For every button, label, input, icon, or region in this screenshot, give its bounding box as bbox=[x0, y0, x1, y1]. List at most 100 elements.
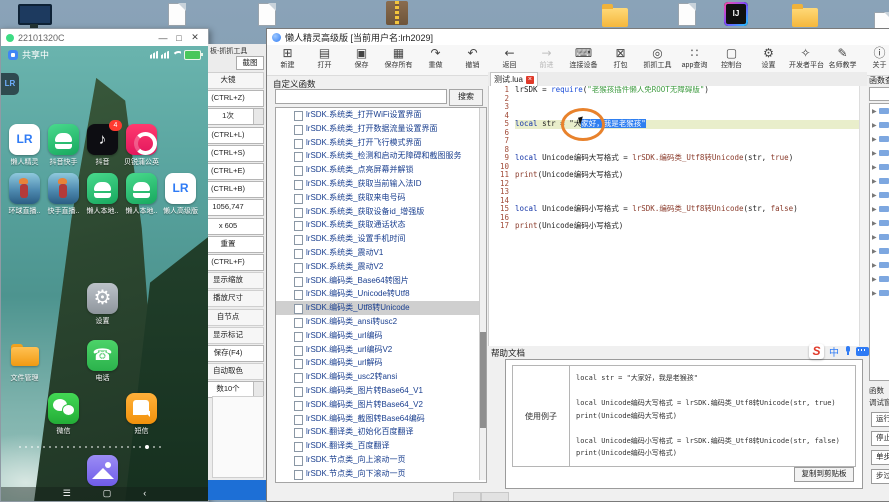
func-list-item[interactable]: lrSDK.编码类_usc2转ansi bbox=[276, 370, 486, 384]
func-list-item[interactable]: lrSDK.系统类_打开数据流量设置界面 bbox=[276, 122, 486, 136]
tree-item[interactable]: ▶ bbox=[870, 286, 889, 300]
tree-expand-icon[interactable]: ▶ bbox=[872, 220, 877, 227]
search-button[interactable]: 搜索 bbox=[449, 89, 483, 106]
grab-row-(CTRL+S)[interactable]: (CTRL+S) bbox=[208, 144, 264, 162]
phone-app-贝锐蒲公英[interactable]: 贝锐蒲公英 bbox=[122, 124, 161, 167]
func-list-item[interactable]: lrSDK.系统类_获取来电号码 bbox=[276, 191, 486, 205]
toolbar-undo-button[interactable]: ↶ 撤销 bbox=[454, 46, 491, 74]
editor-scrollbar[interactable] bbox=[859, 86, 868, 346]
document-icon[interactable] bbox=[168, 3, 186, 26]
phone-screen[interactable]: 共享中 LR 懒人精灵 抖音快手 ♪ 4 抖音 贝锐蒲公英 环球直播.. 快手直播.. 懒人本地.… bbox=[1, 46, 208, 501]
app-titlebar[interactable]: 懒人精灵高级版 [当前用户名:lrh2029] bbox=[267, 29, 889, 46]
ime-lang-icon[interactable]: 中 bbox=[829, 344, 839, 359]
toolbar-redo-button[interactable]: ↷ 重做 bbox=[417, 46, 454, 74]
tree-expand-icon[interactable]: ▶ bbox=[872, 290, 877, 297]
grab-row-x 605[interactable]: x 605 bbox=[208, 217, 264, 235]
debug-运行-button[interactable]: 运行 bbox=[871, 412, 889, 427]
func-list-item[interactable]: lrSDK.系统类_获取当前输入法ID bbox=[276, 177, 486, 191]
grab-row-(CTRL+L)[interactable]: (CTRL+L) bbox=[208, 126, 264, 144]
floating-assistant-bubble[interactable]: LR bbox=[1, 73, 19, 95]
ime-mic-icon[interactable] bbox=[844, 346, 851, 356]
func-list-item[interactable]: lrSDK.编码类_url解码 bbox=[276, 356, 486, 370]
phone-app-快手直播..[interactable]: 快手直播.. bbox=[44, 173, 83, 216]
home-icon[interactable]: ▢ bbox=[103, 487, 112, 501]
tree-expand-icon[interactable]: ▶ bbox=[872, 192, 877, 199]
monitor-icon[interactable] bbox=[18, 4, 52, 28]
toolbar-developer-button[interactable]: ✧ 开发者平台 bbox=[787, 46, 824, 74]
close-button[interactable]: ✕ bbox=[187, 32, 203, 43]
func-list-item[interactable]: lrSDK.编码类_图片转Base64_V2 bbox=[276, 398, 486, 412]
screenshot-tab[interactable]: 截图 bbox=[236, 56, 264, 70]
folder-icon[interactable] bbox=[602, 4, 628, 27]
grab-row-1次[interactable]: 1次 bbox=[208, 108, 264, 126]
minimize-button[interactable]: — bbox=[155, 33, 171, 43]
phone-app-懒人精灵[interactable]: LR 懒人精灵 bbox=[5, 124, 44, 167]
tree-expand-icon[interactable]: ▶ bbox=[872, 276, 877, 283]
grab-row-(CTRL+B)[interactable]: (CTRL+B) bbox=[208, 181, 264, 199]
tree-item[interactable]: ▶ bbox=[870, 202, 889, 216]
tree-item[interactable]: ▶ bbox=[870, 118, 889, 132]
copy-to-clipboard-button[interactable]: 复制到剪贴板 bbox=[794, 467, 854, 482]
func-search-input[interactable] bbox=[275, 89, 447, 104]
document-icon[interactable] bbox=[678, 3, 696, 26]
func-list-item[interactable]: lrSDK.系统类_打开飞行模式界面 bbox=[276, 136, 486, 150]
phone-app-懒人本地..[interactable]: 懒人本地.. bbox=[83, 173, 122, 216]
func-list-item[interactable]: lrSDK.系统类_获取设备id_增强版 bbox=[276, 205, 486, 219]
tree-expand-icon[interactable]: ▶ bbox=[872, 122, 877, 129]
tree-expand-icon[interactable]: ▶ bbox=[872, 178, 877, 185]
func-list-item[interactable]: lrSDK.编码类_ansi转usc2 bbox=[276, 315, 486, 329]
toolbar-save-all-button[interactable]: ▦ 保存所有 bbox=[380, 46, 417, 74]
func-list-item[interactable]: lrSDK.系统类_获取通话状态 bbox=[276, 218, 486, 232]
toolbar-new-file-button[interactable]: ⊞ 新建 bbox=[269, 46, 306, 74]
tree-expand-icon[interactable]: ▶ bbox=[872, 206, 877, 213]
tree-item[interactable]: ▶ bbox=[870, 188, 889, 202]
grab-row-保存(F4)[interactable]: 保存(F4) bbox=[208, 345, 264, 362]
menu-icon[interactable]: ☰ bbox=[63, 487, 71, 501]
grab-row-重置[interactable]: 重置 bbox=[208, 235, 264, 253]
sogou-ime-bar[interactable]: S 中 bbox=[809, 342, 869, 360]
toolbar-save-button[interactable]: ▣ 保存 bbox=[343, 46, 380, 74]
func-list-item[interactable]: lrSDK.系统类_检测和启动无障碍和截图服务 bbox=[276, 149, 486, 163]
toolbar-teaching-button[interactable]: ✎ 名师教学 bbox=[824, 46, 861, 74]
debug-停止-button[interactable]: 停止 bbox=[871, 431, 889, 446]
bottom-tab[interactable] bbox=[453, 492, 481, 501]
func-list-item[interactable]: lrSDK.编码类_Base64转图片 bbox=[276, 274, 486, 288]
toolbar-connect-device-button[interactable]: ⌨ 连接设备 bbox=[565, 46, 602, 74]
tree-item[interactable]: ▶ bbox=[870, 132, 889, 146]
func-list-item[interactable]: lrSDK.节点类_向上滚动一页 bbox=[276, 453, 486, 467]
folder-icon[interactable] bbox=[792, 4, 818, 27]
taskbar-fragment[interactable] bbox=[208, 480, 266, 500]
phone-app-电话[interactable]: ☎ 电话 bbox=[83, 340, 122, 383]
func-list-item[interactable]: lrSDK.编码类_图片转Base64_V1 bbox=[276, 384, 486, 398]
grab-row-(CTRL+Z)[interactable]: (CTRL+Z) bbox=[208, 90, 264, 108]
func-list-item[interactable]: lrSDK.系统类_震动V2 bbox=[276, 260, 486, 274]
intellij-idea-icon[interactable]: IJ bbox=[724, 2, 748, 26]
tree-expand-icon[interactable]: ▶ bbox=[872, 248, 877, 255]
func-list-item[interactable]: lrSDK.编码类_Utf8转Unicode bbox=[276, 301, 486, 315]
tree-item[interactable]: ▶ bbox=[870, 104, 889, 118]
phone-app-环球直播..[interactable]: 环球直播.. bbox=[5, 173, 44, 216]
grab-row-(CTRL+E)[interactable]: (CTRL+E) bbox=[208, 163, 264, 180]
func-list-item[interactable]: lrSDK.系统类_点亮屏幕并解锁 bbox=[276, 163, 486, 177]
tree-expand-icon[interactable]: ▶ bbox=[872, 136, 877, 143]
func-list-item[interactable]: lrSDK.翻译类_初始化百度翻译 bbox=[276, 425, 486, 439]
document-icon[interactable] bbox=[258, 3, 276, 26]
code-editor[interactable]: 1 lrSDK = require("老猴孩插件懒人免ROOT无障碍版") 2 3 4 5… bbox=[488, 86, 868, 346]
close-tab-icon[interactable]: × bbox=[525, 75, 534, 84]
phone-app-抖音快手[interactable]: 抖音快手 bbox=[44, 124, 83, 167]
func-list-item[interactable]: lrSDK.系统类_设置手机时间 bbox=[276, 232, 486, 246]
back-icon[interactable]: ‹ bbox=[143, 487, 146, 501]
func-list-item[interactable]: lrSDK.编码类_Unicode转Utf8 bbox=[276, 287, 486, 301]
tree-item[interactable]: ▶ bbox=[870, 258, 889, 272]
tree-expand-icon[interactable]: ▶ bbox=[872, 262, 877, 269]
func-query-search-input[interactable] bbox=[869, 87, 889, 101]
func-list-scrollbar[interactable] bbox=[479, 108, 486, 480]
tree-expand-icon[interactable]: ▶ bbox=[872, 234, 877, 241]
tree-expand-icon[interactable]: ▶ bbox=[872, 164, 877, 171]
toolbar-back-arrow-button[interactable]: ← 返回 bbox=[491, 46, 528, 74]
editor-tab[interactable]: 测试.lua × bbox=[490, 72, 538, 86]
phone-nav-bar[interactable]: ☰ ▢ ‹ bbox=[1, 487, 208, 501]
tree-item[interactable]: ▶ bbox=[870, 216, 889, 230]
grab-row-1056,747[interactable]: 1056,747 bbox=[208, 199, 264, 217]
grab-row-(CTRL+F)[interactable]: (CTRL+F) bbox=[208, 254, 264, 271]
